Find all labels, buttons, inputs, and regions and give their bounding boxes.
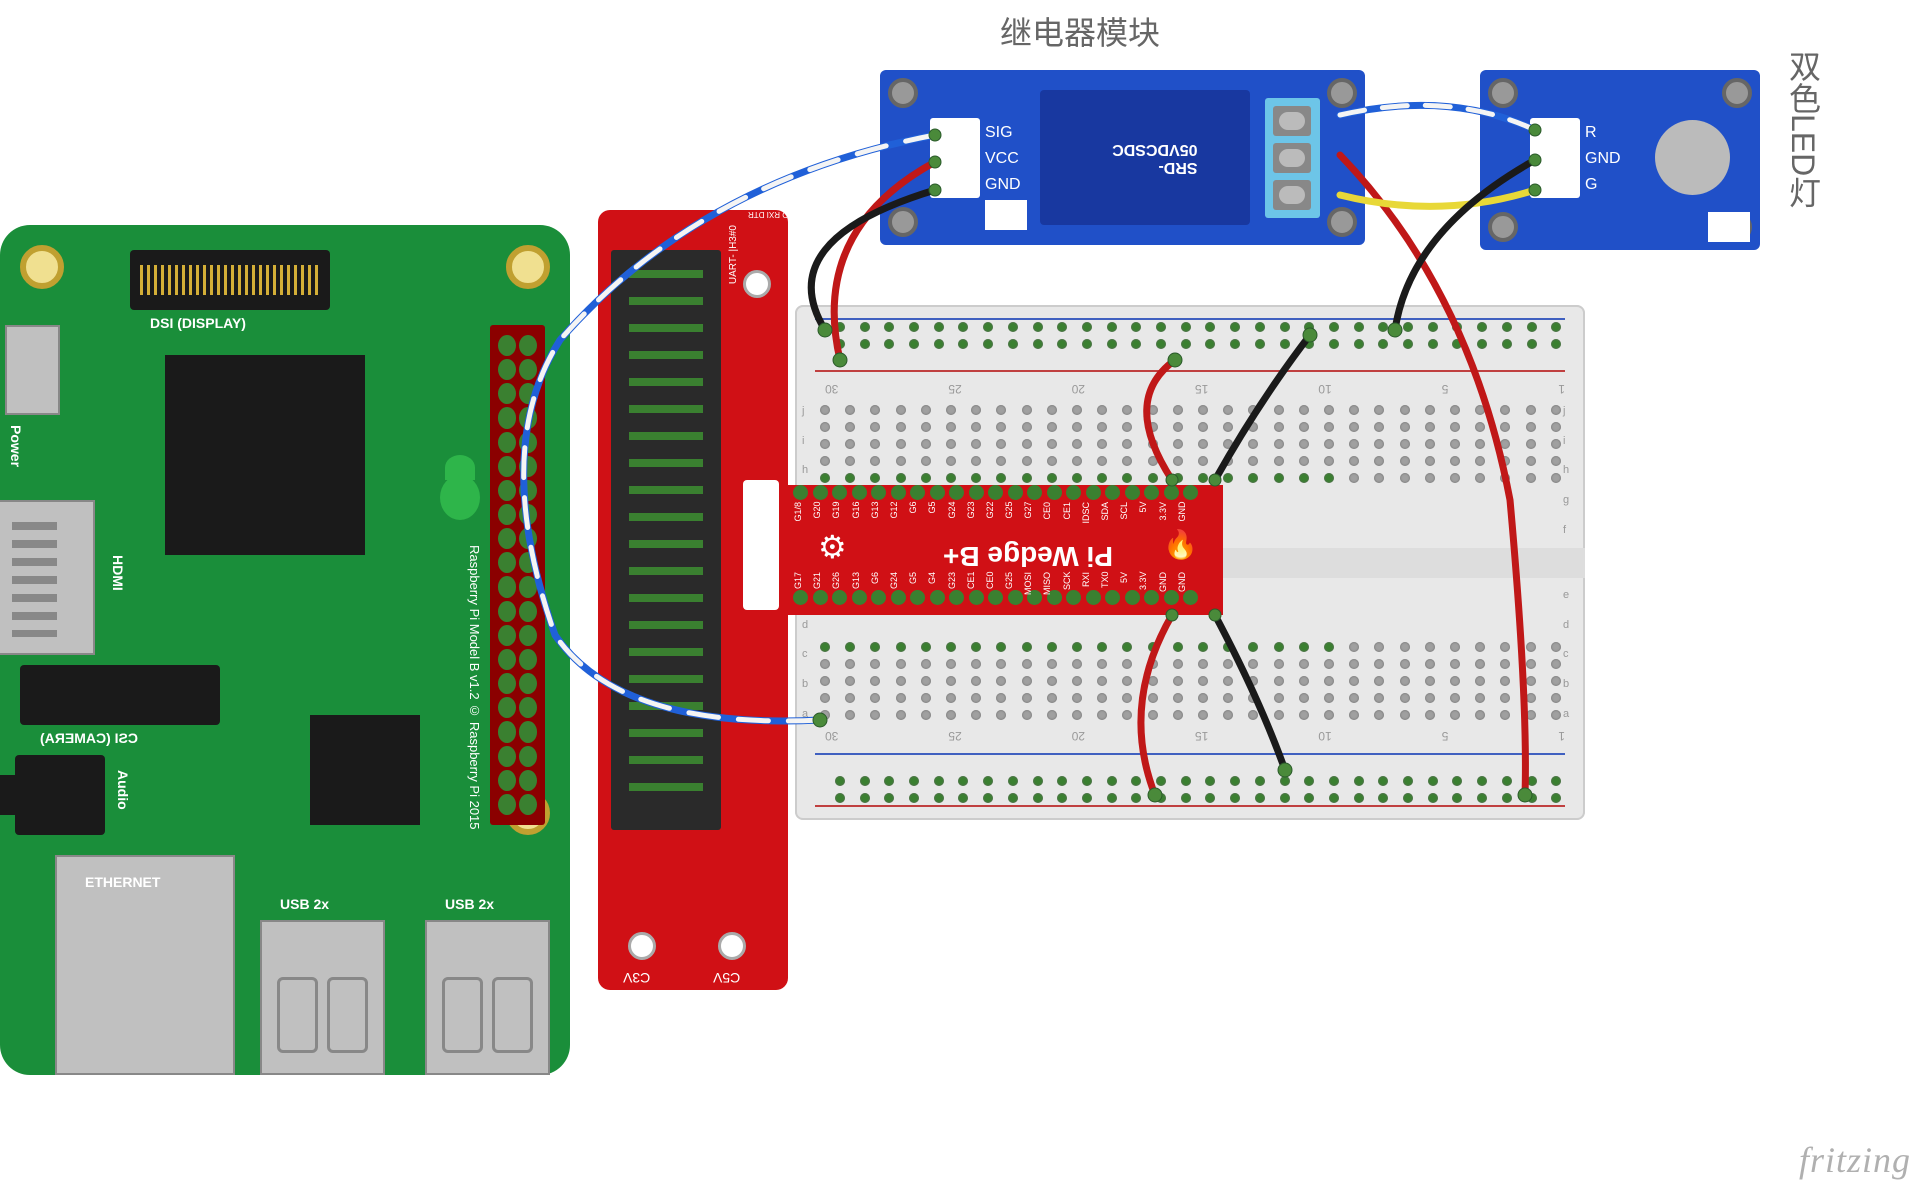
mounting-hole-icon (888, 207, 918, 237)
raspberry-pi-board: DSI (DISPLAY) CSI (CAMERA) Power HDMI Au… (0, 225, 570, 1075)
mounting-hole-icon (1327, 78, 1357, 108)
mounting-hole-icon (506, 245, 550, 289)
gnd-label: GND (1585, 146, 1621, 172)
led-bulb-icon (1655, 120, 1730, 195)
barrel-jack-icon (628, 932, 656, 960)
pi-model-text: Raspberry Pi Model B v1.2 © Raspberry Pi… (467, 545, 482, 830)
c5v-label: C5V (713, 970, 740, 986)
relay-block-icon: SRD-05VDCSDC (1040, 90, 1250, 225)
mounting-hole-icon (20, 245, 64, 289)
screw-icon (1273, 180, 1311, 210)
led-module-label: 双色LED灯 (1780, 50, 1826, 208)
csi-label: CSI (CAMERA) (40, 730, 138, 746)
mounting-hole-icon (743, 270, 771, 298)
csi-connector-icon (20, 665, 220, 725)
vcc-label: VCC (985, 146, 1021, 172)
brand-badge (1708, 212, 1750, 242)
usb-label: USB 2x (445, 896, 494, 912)
gear-icon: ⚙ (818, 528, 858, 568)
raspberry-logo-icon (435, 455, 485, 525)
audio-jack-icon (15, 755, 105, 835)
mounting-hole-icon (1488, 212, 1518, 242)
relay-module: SRD-05VDCSDC SIG VCC GND (880, 70, 1365, 245)
screw-icon (1273, 143, 1311, 173)
watermark: fritzing (1799, 1139, 1911, 1181)
c3v-label: C3V (623, 970, 650, 986)
power-label: Power (8, 425, 24, 467)
gpio-header-icon (490, 325, 545, 825)
cpu-chip-icon (165, 355, 365, 555)
pi-wedge-cobbler: ⚙ 🔥 Pi Wedge B+ G1/8G20G19G16G13G12G6G5G… (598, 210, 1223, 990)
hdmi-port-icon (0, 500, 95, 655)
micro-usb-power-icon (5, 325, 60, 415)
usb-port-icon (260, 920, 385, 1075)
pin-header-icon (1530, 118, 1580, 198)
ribbon-connector-icon (611, 250, 721, 830)
usb-label: USB 2x (280, 896, 329, 912)
gnd-label: GND (985, 172, 1021, 198)
mounting-hole-icon (1722, 78, 1752, 108)
relay-chip-text: SRD-05VDCSDC (1093, 140, 1198, 176)
r-label: R (1585, 120, 1621, 146)
brand-badge (985, 200, 1027, 230)
mounting-hole-icon (1488, 78, 1518, 108)
hdmi-label: HDMI (110, 555, 126, 591)
barrel-jack-icon (718, 932, 746, 960)
mounting-hole-icon (1327, 207, 1357, 237)
screw-icon (1273, 106, 1311, 136)
led-pin-labels: R GND G (1585, 120, 1621, 198)
brand-badge (743, 480, 779, 610)
chip-icon (310, 715, 420, 825)
uart-label: UART- |H3#0 (728, 225, 739, 284)
dsi-label: DSI (DISPLAY) (150, 315, 246, 331)
mounting-hole-icon (888, 78, 918, 108)
dsi-connector-icon (130, 250, 330, 310)
uart-pins-label: BLK GND CTS VCC TXO RXI DTR (748, 210, 873, 219)
screw-terminal-icon (1265, 98, 1320, 218)
ethernet-label: ETHERNET (85, 874, 160, 890)
audio-label: Audio (115, 770, 131, 810)
diagram-canvas: DSI (DISPLAY) CSI (CAMERA) Power HDMI Au… (0, 0, 1926, 1191)
sig-label: SIG (985, 120, 1021, 146)
relay-pin-labels: SIG VCC GND (985, 120, 1021, 198)
g-label: G (1585, 172, 1621, 198)
cobbler-title: Pi Wedge B+ (878, 540, 1178, 572)
relay-module-label: 继电器模块 (1000, 8, 1160, 54)
led-module: R GND G (1480, 70, 1760, 250)
pin-header-icon (930, 118, 980, 198)
usb-port-icon (425, 920, 550, 1075)
